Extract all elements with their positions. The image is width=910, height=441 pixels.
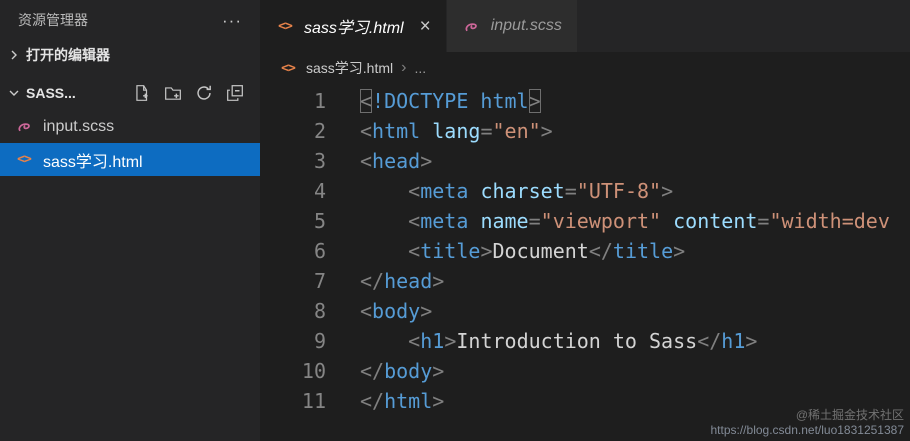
file-name: sass学习.html <box>43 153 143 171</box>
workspace-section[interactable]: SASS... <box>0 76 260 110</box>
tab-bar: <> sass学习.html × input.scss <box>260 0 910 52</box>
explorer-title: 资源管理器 <box>18 12 88 28</box>
workspace-actions <box>133 84 260 102</box>
editor-group: <> sass学习.html × input.scss <> sass学习.ht… <box>260 0 910 441</box>
refresh-icon[interactable] <box>195 84 213 102</box>
code-text: <body> <box>360 299 433 323</box>
code-line[interactable]: 11 </html> <box>260 386 910 416</box>
code-line[interactable]: 5 <meta name="viewport" content="width=d… <box>260 206 910 236</box>
tab-label: input.scss <box>490 17 562 34</box>
code-text: <h1>Introduction to Sass</h1> <box>408 329 758 353</box>
code-line[interactable]: 7 </head> <box>260 266 910 296</box>
chevron-down-icon <box>9 90 19 96</box>
html-file-icon: <> <box>281 60 296 76</box>
sass-file-icon <box>14 118 34 135</box>
tab-label: sass学习.html <box>304 20 404 37</box>
close-tab-icon[interactable]: × <box>420 17 431 36</box>
sass-file-icon <box>462 18 482 35</box>
code-line[interactable]: 10 </body> <box>260 356 910 386</box>
explorer-header: 资源管理器 ··· <box>0 0 260 40</box>
code-line[interactable]: 9 <h1>Introduction to Sass</h1> <box>260 326 910 356</box>
code-line[interactable]: 2 <html lang="en"> <box>260 116 910 146</box>
file-item-input-scss[interactable]: input.scss <box>0 110 260 143</box>
line-number: 10 <box>301 359 326 383</box>
breadcrumb-separator-icon: › <box>401 59 407 76</box>
open-editors-label: 打开的编辑器 <box>26 47 110 63</box>
code-text: </body> <box>360 359 445 383</box>
code-line[interactable]: 8 <body> <box>260 296 910 326</box>
breadcrumb[interactable]: <> sass学习.html › ... <box>260 52 910 84</box>
line-number: 3 <box>313 149 326 173</box>
new-folder-icon[interactable] <box>164 84 182 102</box>
code-text: <html lang="en"> <box>360 119 553 143</box>
line-number: 7 <box>313 269 326 293</box>
vscode-window: 资源管理器 ··· 打开的编辑器 SASS... input.scss <> s… <box>0 0 910 441</box>
line-number: 8 <box>313 299 326 323</box>
breadcrumb-more[interactable]: ... <box>414 60 426 76</box>
line-number: 5 <box>313 209 326 233</box>
code-text: <meta name="viewport" content="width=dev <box>408 209 890 233</box>
code-text: <title>Document</title> <box>408 239 686 263</box>
code-text: <meta charset="UTF-8"> <box>408 179 674 203</box>
code-line[interactable]: 6 <title>Document</title> <box>260 236 910 266</box>
line-number: 2 <box>313 119 326 143</box>
code-text: </html> <box>360 389 445 413</box>
workspace-label: SASS... <box>26 85 76 101</box>
html-file-icon: <> <box>278 18 293 34</box>
code-line[interactable]: 1 <!DOCTYPE html> <box>260 86 910 116</box>
line-number: 11 <box>301 389 326 413</box>
tab-input-scss[interactable]: input.scss <box>446 0 577 52</box>
chevron-right-icon <box>11 50 17 60</box>
file-item-sass-html[interactable]: <> sass学习.html <box>0 143 260 176</box>
line-number: 1 <box>313 89 326 113</box>
more-actions-icon[interactable]: ··· <box>222 12 242 29</box>
explorer-sidebar: 资源管理器 ··· 打开的编辑器 SASS... input.scss <> s… <box>0 0 260 441</box>
file-name: input.scss <box>43 117 115 135</box>
line-number: 9 <box>313 329 326 353</box>
open-editors-section[interactable]: 打开的编辑器 <box>0 40 260 70</box>
code-line[interactable]: 4 <meta charset="UTF-8"> <box>260 176 910 206</box>
code-area[interactable]: 1 <!DOCTYPE html> 2 <html lang="en"> 3 <head>… <box>260 84 910 441</box>
code-text: <head> <box>360 149 433 173</box>
breadcrumb-file[interactable]: sass学习.html <box>306 58 393 78</box>
code-text: <!DOCTYPE html> <box>360 89 541 113</box>
line-number: 6 <box>313 239 326 263</box>
code-text: </head> <box>360 269 445 293</box>
collapse-all-icon[interactable] <box>226 84 244 102</box>
code-line[interactable]: 3 <head> <box>260 146 910 176</box>
tab-sass-learn-html[interactable]: <> sass学习.html × <box>260 0 446 52</box>
line-number: 4 <box>313 179 326 203</box>
html-file-icon: <> <box>17 152 32 167</box>
new-file-icon[interactable] <box>133 84 151 102</box>
